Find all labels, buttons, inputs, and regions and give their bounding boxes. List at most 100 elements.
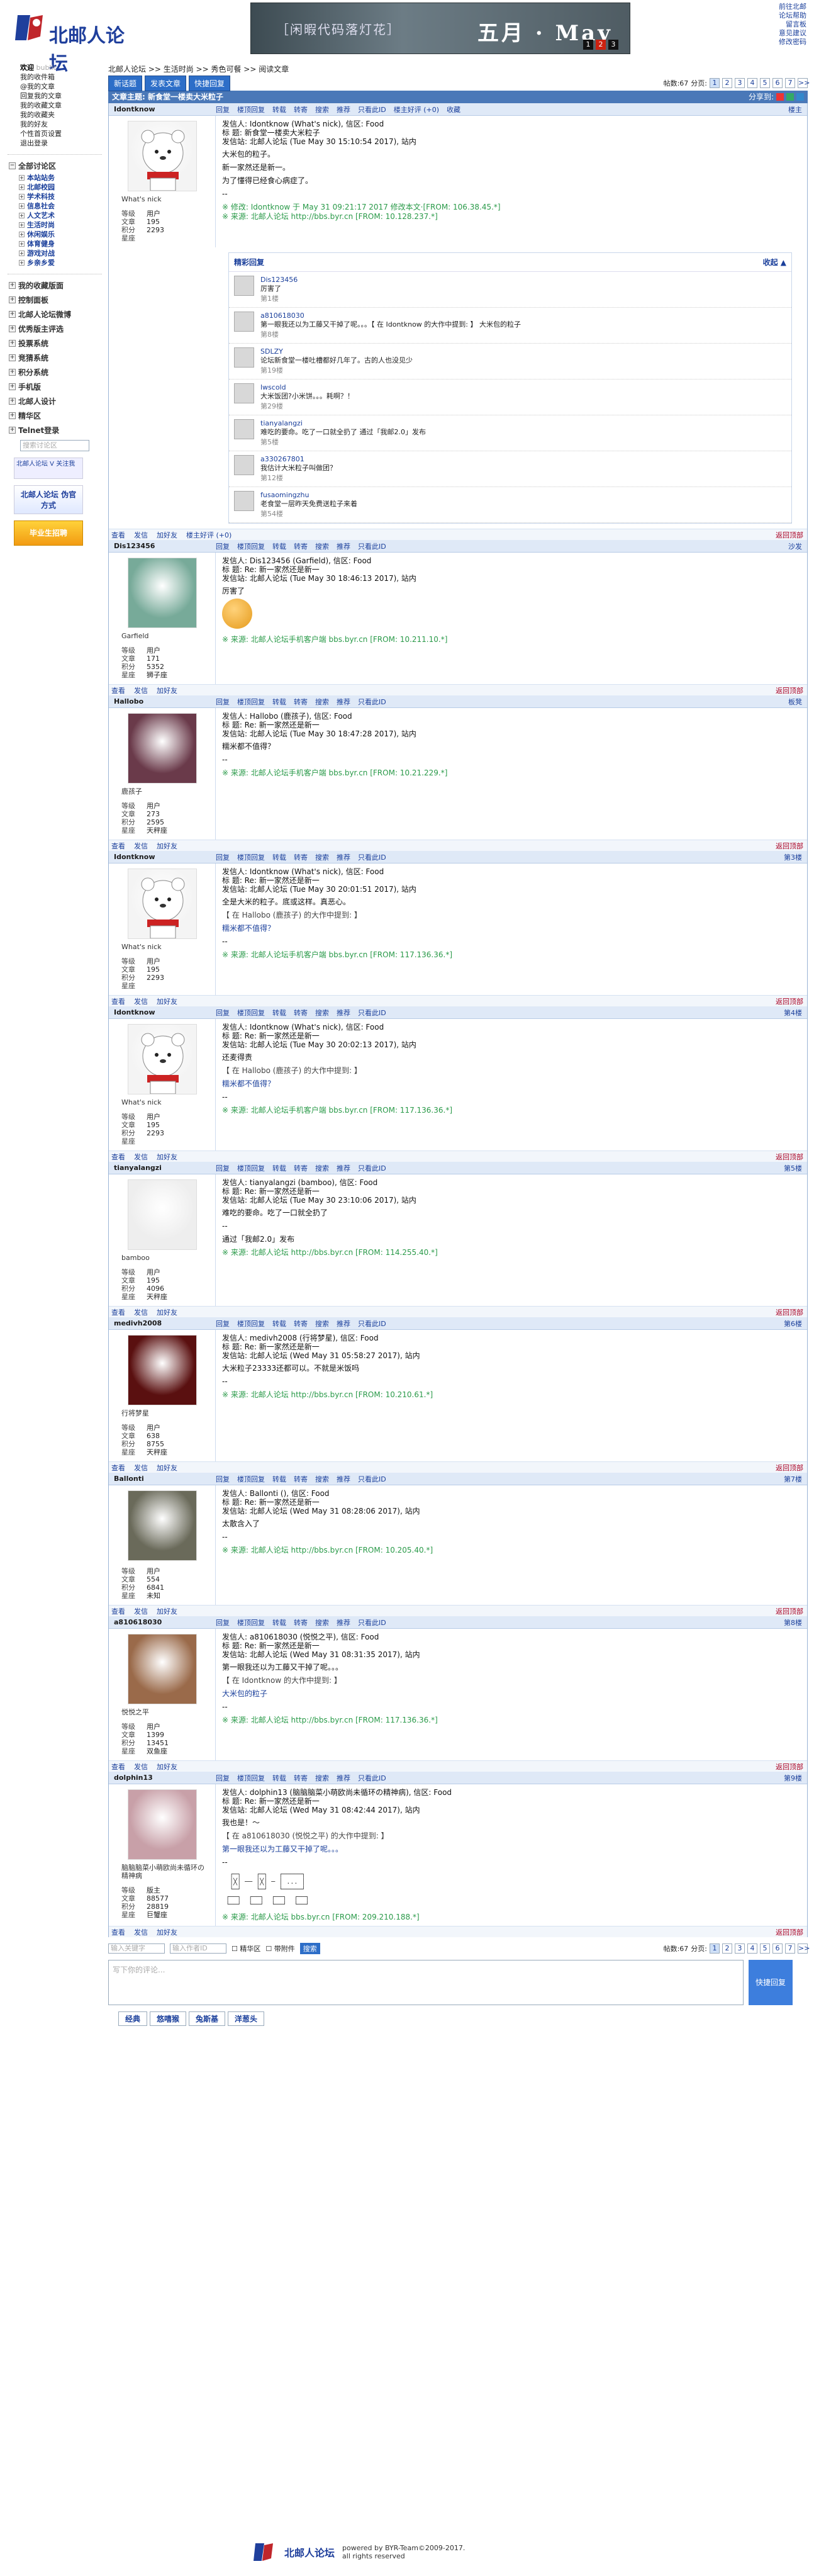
avatar[interactable] [127,1634,197,1704]
reply-avatar[interactable] [234,455,254,475]
board-item[interactable]: + 体育健身 [19,239,102,249]
footer-action[interactable]: 发信 [134,1606,148,1616]
site-logo[interactable]: 北邮人论坛 [13,11,132,75]
back-to-top-link[interactable]: 返回顶部 [776,1152,803,1162]
avatar[interactable] [127,1335,197,1405]
post-action-button[interactable]: 转寄 [294,1163,308,1173]
post-action-button[interactable]: 搜索 [315,697,329,707]
post-action-button[interactable]: 转寄 [294,1319,308,1329]
reply-avatar[interactable] [234,491,254,511]
footer-action[interactable]: 发信 [134,1762,148,1772]
post-action-button[interactable]: 楼顶回复 [237,1773,265,1783]
back-to-top-link[interactable]: 返回顶部 [776,530,803,540]
post-action-button[interactable]: 转寄 [294,1474,308,1484]
post-action-button[interactable]: 推荐 [337,541,350,551]
sidebar-menu-item[interactable]: + 控制面板 [8,293,102,307]
post-action-button[interactable]: 楼顶回复 [237,1474,265,1484]
post-author[interactable]: dolphin13 [109,1774,216,1782]
post-action-button[interactable]: 只看此ID [358,1773,386,1783]
avatar[interactable] [127,121,197,191]
post-action-button[interactable]: 转寄 [294,1773,308,1783]
post-action-button[interactable]: 只看此ID [358,1008,386,1018]
post-action-button[interactable]: 转载 [272,104,286,115]
banner-dot[interactable]: 3 [608,40,618,50]
post-action-button[interactable]: 只看此ID [358,1319,386,1329]
footer-action[interactable]: 发信 [134,530,148,540]
top-link[interactable]: 留言板 [779,20,806,29]
banner-dot[interactable]: 1 [583,40,593,50]
post-action-button[interactable]: 转载 [272,541,286,551]
post-action-button[interactable]: 转载 [272,1617,286,1628]
reply-avatar[interactable] [234,383,254,403]
post-action-button[interactable]: 收藏 [447,104,460,115]
post-action-button[interactable]: 回复 [216,697,230,707]
tab-classic[interactable]: 经典 [118,2011,148,2026]
board-label[interactable]: 休闲娱乐 [27,230,55,239]
post-action-button[interactable]: 推荐 [337,1319,350,1329]
post-action-button[interactable]: 搜索 [315,541,329,551]
footer-action[interactable]: 查看 [111,1307,125,1317]
reply-author[interactable]: lwscold [260,383,354,392]
page-link[interactable]: 4 [747,1943,757,1954]
page-link[interactable]: 5 [760,78,770,88]
post-author[interactable]: Ballonti [109,1475,216,1483]
attach-checkbox[interactable]: ☐ 带附件 [265,1943,294,1954]
digest-checkbox[interactable]: ☐ 精华区 [231,1943,260,1954]
footer-action[interactable]: 加好友 [157,530,177,540]
post-action-button[interactable]: 推荐 [337,1008,350,1018]
user-link[interactable]: 我的收藏文章 [20,101,102,110]
post-action-button[interactable]: 搜索 [315,852,329,862]
post-action-button[interactable]: 楼顶回复 [237,1617,265,1628]
post-action-button[interactable]: 推荐 [337,1773,350,1783]
top-link[interactable]: 论坛帮助 [779,11,806,20]
post-action-button[interactable]: 转载 [272,1474,286,1484]
page-link[interactable]: 2 [722,1943,732,1954]
footer-action[interactable]: 查看 [111,996,125,1006]
back-to-top-link[interactable]: 返回顶部 [776,996,803,1006]
post-author[interactable]: tianyalangzi [109,1164,216,1172]
footer-action[interactable]: 查看 [111,530,125,540]
post-action-button[interactable]: 搜索 [315,104,329,115]
sidebar-menu-item[interactable]: + 我的收藏版面 [8,278,102,293]
job-ad[interactable]: 毕业生招聘 [14,520,102,546]
footer-action[interactable]: 发信 [134,685,148,695]
board-item[interactable]: + 乡亲乡爱 [19,258,102,267]
back-to-top-link[interactable]: 返回顶部 [776,1762,803,1772]
post-action-button[interactable]: 只看此ID [358,104,386,115]
post-action-button[interactable]: 搜索 [315,1163,329,1173]
board-label[interactable]: 乡亲乡爱 [27,258,55,267]
sidebar-menu-item[interactable]: + 投票系统 [8,336,102,351]
post-action-button[interactable]: 转寄 [294,852,308,862]
post-article-button[interactable]: 发表文章 [145,75,187,91]
post-action-button[interactable]: 转寄 [294,541,308,551]
post-action-button[interactable]: 推荐 [337,1617,350,1628]
page-link[interactable]: 1 [710,78,720,88]
keyword-input[interactable]: 输入关键字 [108,1943,165,1954]
footer-action[interactable]: 查看 [111,1152,125,1162]
qq-share-icon[interactable] [796,93,804,101]
post-action-button[interactable]: 楼顶回复 [237,697,265,707]
post-action-button[interactable]: 推荐 [337,1474,350,1484]
footer-action[interactable]: 发信 [134,996,148,1006]
post-action-button[interactable]: 回复 [216,541,230,551]
post-action-button[interactable]: 转载 [272,1163,286,1173]
breadcrumb[interactable]: 北邮人论坛 >> 生活时尚 >> 秀色可餐 >> 阅读文章 [108,63,808,76]
post-action-button[interactable]: 回复 [216,1163,230,1173]
weibo-ad[interactable]: 北邮人论坛 V 关注我 [14,458,102,479]
post-action-button[interactable]: 转载 [272,1773,286,1783]
post-action-button[interactable]: 搜索 [315,1008,329,1018]
post-action-button[interactable]: 转载 [272,697,286,707]
reply-author[interactable]: a810618030 [260,312,521,320]
footer-action[interactable]: 查看 [111,1762,125,1772]
quick-reply-button[interactable]: 快捷回复 [189,75,231,91]
post-action-button[interactable]: 只看此ID [358,1163,386,1173]
board-item[interactable]: + 游戏对战 [19,249,102,258]
post-action-button[interactable]: 楼顶回复 [237,1163,265,1173]
page-link[interactable]: 6 [772,1943,783,1954]
board-item[interactable]: + 北邮校园 [19,183,102,192]
user-link[interactable]: 个性首页设置 [20,129,102,138]
footer-action[interactable]: 加好友 [157,1606,177,1616]
post-action-button[interactable]: 搜索 [315,1617,329,1628]
footer-action[interactable]: 发信 [134,841,148,851]
footer-action[interactable]: 查看 [111,1927,125,1937]
